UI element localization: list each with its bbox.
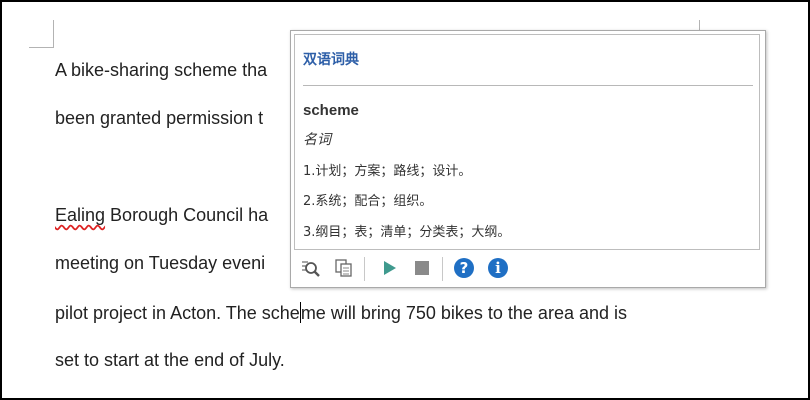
- page-margin-corner-mark: [29, 20, 54, 48]
- info-glyph: i: [488, 258, 508, 278]
- stop-icon[interactable]: [411, 257, 433, 279]
- play-icon[interactable]: [378, 257, 400, 279]
- document-text-line-5[interactable]: pilot project in Acton. The scheme will …: [55, 302, 627, 324]
- title-divider: [303, 85, 753, 86]
- text-before-caret: pilot project in Acton. The sche: [55, 303, 300, 323]
- dictionary-title: 双语词典: [303, 52, 359, 68]
- help-icon[interactable]: ?: [453, 257, 475, 279]
- document-text-line-6[interactable]: set to start at the end of July.: [55, 350, 285, 371]
- document-text-line-3[interactable]: Ealing Borough Council ha: [55, 205, 268, 226]
- copy-icon[interactable]: [333, 257, 355, 279]
- part-of-speech: 名词: [303, 132, 331, 148]
- document-text-line-1[interactable]: A bike-sharing scheme tha: [55, 60, 267, 81]
- dictionary-toolbar: ? i: [294, 253, 758, 283]
- document-text-line-3-rest: Borough Council ha: [105, 205, 269, 225]
- bilingual-dictionary-popup[interactable]: 双语词典 scheme 名词 1.计划；方案；路线；设计。 2.系统；配合；组织…: [290, 30, 766, 288]
- search-icon[interactable]: [299, 257, 321, 279]
- document-text-line-2[interactable]: been granted permission t: [55, 108, 263, 129]
- info-icon[interactable]: i: [487, 257, 509, 279]
- headword: scheme: [303, 102, 359, 119]
- definition-item: 2.系统；配合；组织。: [303, 194, 433, 209]
- definition-item: 3.纲目；表；清单；分类表；大纲。: [303, 225, 511, 240]
- document-text-line-4[interactable]: meeting on Tuesday eveni: [55, 253, 265, 274]
- text-after-caret: me will bring 750 bikes to the area and …: [300, 303, 627, 323]
- definition-item: 1.计划；方案；路线；设计。: [303, 164, 472, 179]
- dictionary-content-panel: 双语词典 scheme 名词 1.计划；方案；路线；设计。 2.系统；配合；组织…: [294, 34, 760, 250]
- toolbar-separator: [364, 257, 365, 281]
- misspelled-word[interactable]: Ealing: [55, 205, 105, 225]
- help-glyph: ?: [454, 258, 474, 278]
- toolbar-separator: [442, 257, 443, 281]
